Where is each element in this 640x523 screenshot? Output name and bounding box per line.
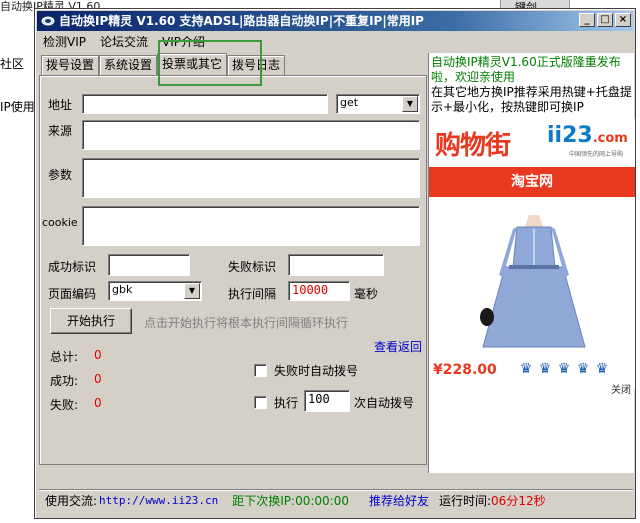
source-input[interactable] <box>82 120 420 150</box>
runtime-value: 06分12秒 <box>491 494 546 508</box>
tab-dial-settings[interactable]: 拨号设置 <box>41 55 100 75</box>
window-title: 自动换IP精灵 V1.60 支持ADSL|路由器自动换IP|不重复IP|常用IP <box>59 14 424 28</box>
total-value: 0 <box>94 348 102 362</box>
app-window: 自动换IP精灵 V1.60 支持ADSL|路由器自动换IP|不重复IP|常用IP… <box>34 8 636 519</box>
recommend-link[interactable]: 推荐给好友 <box>369 492 429 509</box>
fail-count-value: 0 <box>94 396 102 410</box>
close-button[interactable]: × <box>615 13 631 27</box>
interval-label: 执行间隔 <box>228 287 277 301</box>
highlight-annotation <box>158 40 262 86</box>
runtime-label: 运行时间: <box>439 494 492 508</box>
crown-icon: ♛ <box>538 361 552 377</box>
menu-check-vip[interactable]: 检测VIP <box>43 33 86 51</box>
address-label: 地址 <box>48 98 73 112</box>
crown-icon: ♛ <box>557 361 571 377</box>
tab-system-settings[interactable]: 系统设置 <box>99 55 158 75</box>
tab-panel: 地址 get ▼ 来源 参数 cookie 成功标识 失败标识 页面编码 gbk… <box>39 75 427 465</box>
success-count-value: 0 <box>94 372 102 386</box>
view-back-link[interactable]: 查看返回 <box>374 338 422 355</box>
start-hint: 点击开始执行将根本执行间隔循环执行 <box>144 316 349 330</box>
exec-count-input[interactable]: 100 <box>304 390 350 412</box>
interval-input[interactable]: 10000 <box>288 281 350 301</box>
cookie-label: cookie <box>42 216 78 229</box>
ad-site-logo: ii23.com <box>547 123 628 148</box>
ad-icon-row: ♛ ♛ ♛ ♛ ♛ <box>517 360 611 378</box>
ad-image[interactable]: 购物街 ii23.com 中国领先的网上导购 淘宝网 ¥228.00 ♛ ♛ ♛… <box>429 119 635 396</box>
start-button[interactable]: 开始执行 <box>50 308 132 334</box>
crown-icon: ♛ <box>519 361 533 377</box>
auto-dial-on-fail-checkbox[interactable] <box>254 364 267 377</box>
chevron-down-icon[interactable]: ▼ <box>184 283 200 299</box>
exec-label: 执行 <box>274 396 299 410</box>
ad-site-tld: .com <box>592 131 628 146</box>
cookie-input[interactable] <box>82 206 420 246</box>
method-select[interactable]: get ▼ <box>336 94 420 114</box>
app-icon <box>41 16 55 26</box>
ad-announcement: 自动换IP精灵V1.60正式版隆重发布啦，欢迎亲使用 <box>431 55 621 84</box>
ad-close-button[interactable]: 关闭 <box>611 381 631 396</box>
address-input[interactable] <box>82 94 328 114</box>
background-text-2: IP使用 <box>0 100 35 114</box>
minimize-button[interactable]: _ <box>579 13 595 27</box>
success-count-label: 成功: <box>50 374 79 388</box>
status-bar: 使用交流: http://www.ii23.cn 距下次换IP:00:00:00… <box>39 489 633 511</box>
exec-suffix: 次自动拨号 <box>354 396 415 410</box>
exchange-label: 使用交流: <box>45 494 98 508</box>
auto-dial-on-fail-label: 失败时自动拨号 <box>274 364 359 378</box>
crown-icon: ♛ <box>595 361 609 377</box>
encoding-value: gbk <box>112 283 133 296</box>
method-value: get <box>340 96 359 109</box>
ad-logo-subtitle: 中国领先的网上导购 <box>569 151 624 158</box>
menu-forum[interactable]: 论坛交流 <box>100 33 148 51</box>
dress-image <box>480 215 586 348</box>
fail-input[interactable] <box>288 254 384 276</box>
background-text-1: 社区 <box>0 57 25 71</box>
forum-url-link[interactable]: http://www.ii23.cn <box>99 494 218 507</box>
ad-banner[interactable]: 淘宝网 <box>429 167 635 197</box>
source-label: 来源 <box>48 124 73 138</box>
params-label: 参数 <box>48 168 73 182</box>
success-label: 成功标识 <box>48 260 97 274</box>
ad-site-name: ii23 <box>547 123 593 148</box>
chevron-down-icon[interactable]: ▼ <box>402 96 418 112</box>
params-input[interactable] <box>82 158 420 198</box>
next-dial-countdown: 距下次换IP:00:00:00 <box>232 494 349 508</box>
ad-tip: 在其它地方换IP推荐采用热键+托盘提示+最小化，按热键即可换IP <box>431 85 632 114</box>
fail-label: 失败标识 <box>228 260 277 274</box>
fail-count-label: 失败: <box>50 398 79 412</box>
encoding-label: 页面编码 <box>48 287 97 301</box>
maximize-button[interactable]: □ <box>597 13 613 27</box>
crown-icon: ♛ <box>576 361 590 377</box>
ad-logo-text: 购物街 <box>435 131 511 161</box>
encoding-select[interactable]: gbk ▼ <box>108 281 202 301</box>
title-bar[interactable]: 自动换IP精灵 V1.60 支持ADSL|路由器自动换IP|不重复IP|常用IP… <box>37 11 633 31</box>
ad-panel[interactable]: 自动换IP精灵V1.60正式版隆重发布啦，欢迎亲使用 在其它地方换IP推荐采用热… <box>428 53 635 473</box>
success-input[interactable] <box>108 254 190 276</box>
ad-text: 自动换IP精灵V1.60正式版隆重发布啦，欢迎亲使用 在其它地方换IP推荐采用热… <box>431 55 633 115</box>
ad-price: ¥228.00 <box>433 362 497 378</box>
total-label: 总计: <box>50 350 79 364</box>
interval-unit: 毫秒 <box>354 287 379 301</box>
exec-checkbox[interactable] <box>254 396 267 409</box>
